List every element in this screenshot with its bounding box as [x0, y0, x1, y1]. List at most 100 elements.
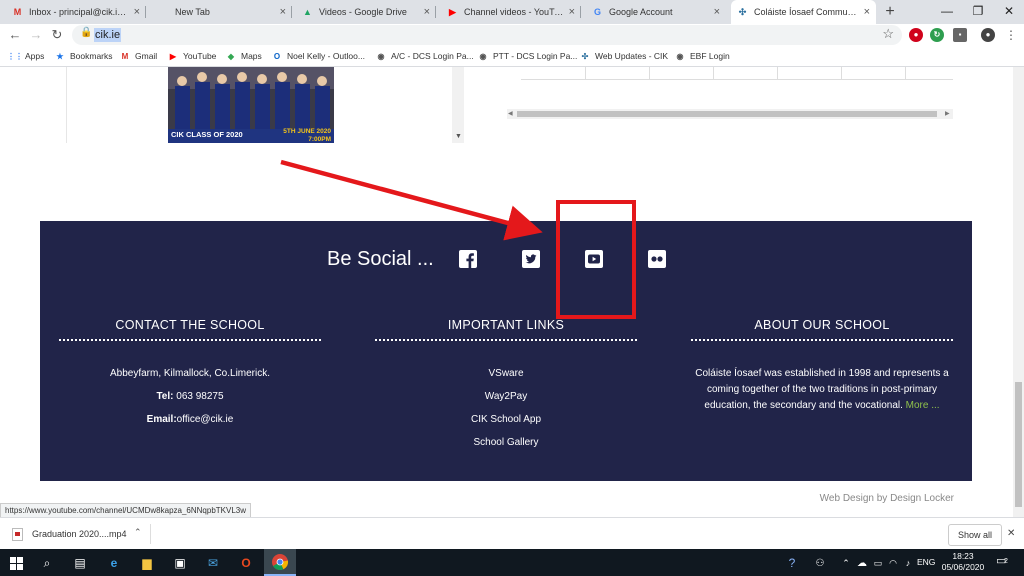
bookmark-label: Apps [25, 51, 45, 61]
bookmark-item[interactable]: O Noel Kelly - Outloo... [272, 49, 365, 63]
gmail-icon: M [121, 51, 129, 61]
sync-extension-icon[interactable]: ↻ [930, 28, 944, 42]
close-tab-icon[interactable]: × [134, 6, 140, 18]
google-icon: G [593, 7, 601, 17]
tab-strip: M Inbox - principal@cik.ie - Coláiste Íos… [0, 0, 1024, 24]
browser-tab[interactable]: ▲ Videos - Google Drive × [296, 0, 436, 24]
mail-icon[interactable]: ✉ [203, 553, 223, 573]
globe-icon: ◉ [377, 51, 385, 61]
close-download-shelf-icon[interactable]: ✕ [1007, 528, 1015, 539]
google-drive-icon: ▲ [303, 7, 312, 17]
language-indicator[interactable]: ENG [917, 557, 935, 567]
bookmark-label: A/C - DCS Login Pa... [391, 51, 474, 61]
youtube-icon: ▶ [449, 6, 456, 17]
bookmark-label: PTT - DCS Login Pa... [493, 51, 578, 61]
windows-start-icon[interactable] [6, 553, 26, 573]
chrome-taskbar-button[interactable] [264, 549, 296, 576]
bookmark-label: Noel Kelly - Outloo... [287, 51, 365, 61]
new-tab-button[interactable]: + [880, 2, 900, 22]
bookmark-item[interactable]: ⋮⋮ Apps [7, 49, 45, 63]
clock[interactable]: 18:23 05/06/2020 [940, 551, 986, 573]
bookmark-label: Gmail [135, 51, 158, 61]
gmail-icon: M [13, 7, 22, 17]
close-window-button[interactable]: ✕ [994, 0, 1024, 24]
tab-title: Channel videos - YouTube Studio [464, 7, 565, 17]
notifications-icon[interactable]: ▭ 2 [996, 554, 1010, 568]
globe-icon: ◉ [676, 51, 684, 61]
bookmark-item[interactable]: ◉ EBF Login [675, 49, 730, 63]
store-icon[interactable]: ▣ [170, 553, 190, 573]
school-crest-icon: ✣ [581, 51, 589, 61]
apps-grid-icon: ⋮⋮ [7, 51, 23, 61]
annotation-arrow [280, 159, 543, 241]
extension-icon[interactable]: ▪ [953, 28, 967, 42]
new-tab-icon [158, 7, 169, 18]
page-scroll-thumb[interactable] [1015, 382, 1022, 507]
chrome-menu-icon[interactable]: ⋮ [1002, 26, 1020, 44]
profile-avatar[interactable]: ● [981, 28, 995, 42]
volume-icon[interactable]: ♪ [898, 553, 918, 573]
browser-tab[interactable]: G Google Account × [586, 0, 726, 24]
youtube-icon: ▶ [169, 51, 177, 61]
status-url-bar: https://www.youtube.com/channel/UCMDw8ka… [0, 503, 252, 518]
url-text[interactable]: cik.ie [94, 28, 122, 42]
annotation-overlay [280, 159, 636, 319]
web-page: CIK CLASS OF 2020 5TH JUNE 2020 7:00PM ▼ … [0, 67, 1013, 517]
file-explorer-icon[interactable]: ▆ [137, 553, 157, 573]
minimize-button[interactable]: — [932, 0, 962, 24]
bookmark-item[interactable]: ▶ YouTube [168, 49, 216, 63]
tab-title: New Tab [175, 7, 210, 17]
help-icon[interactable]: ? [782, 553, 802, 573]
people-icon[interactable]: ⚇ [810, 553, 830, 573]
bookmark-item[interactable]: ◉ A/C - DCS Login Pa... [376, 49, 474, 63]
bookmark-star-icon[interactable]: ☆ [882, 26, 894, 42]
browser-tab[interactable]: ✣ Coláiste Íosaef Community College × [731, 0, 876, 24]
close-tab-icon[interactable]: × [714, 6, 720, 18]
bookmarks-bar: ⋮⋮ Apps ★ Bookmarks M Gmail ▶ YouTube ◆ Maps O Noel… [0, 46, 1024, 67]
bookmark-label: Maps [241, 51, 262, 61]
video-file-icon [12, 528, 23, 541]
bookmark-item[interactable]: ✣ Web Updates - CIK [580, 49, 668, 63]
download-divider [150, 524, 151, 544]
tab-title: Videos - Google Drive [319, 7, 407, 17]
windows-taskbar: ⌕ ▤ e ▆ ▣ ✉ O ? ⚇ ⌃ ☁ ▭ ◠ ♪ ENG 18:23 05/… [0, 549, 1024, 576]
back-button[interactable]: ← [6, 26, 24, 44]
download-shelf: Graduation 2020....mp4 ⌃ Show all ✕ [0, 517, 1024, 550]
office-icon[interactable]: O [236, 553, 256, 573]
bookmark-item[interactable]: M Gmail [120, 49, 158, 63]
bookmark-label: Web Updates - CIK [595, 51, 669, 61]
task-view-icon[interactable]: ▤ [70, 553, 90, 573]
bookmark-label: EBF Login [690, 51, 730, 61]
close-tab-icon[interactable]: × [424, 6, 430, 18]
globe-icon: ◉ [479, 51, 487, 61]
forward-button[interactable]: → [27, 26, 45, 44]
close-tab-icon[interactable]: × [569, 6, 575, 18]
bookmark-label: Bookmarks [70, 51, 113, 61]
lock-icon: 🔒 [80, 27, 93, 38]
show-all-downloads-button[interactable]: Show all [948, 524, 1002, 546]
download-menu-chevron-icon[interactable]: ⌃ [134, 527, 142, 538]
tab-title: Coláiste Íosaef Community College [754, 7, 860, 17]
bookmark-item[interactable]: ◉ PTT - DCS Login Pa... [478, 49, 578, 63]
adblock-extension-icon[interactable]: ● [909, 28, 923, 42]
close-tab-icon[interactable]: × [864, 6, 870, 18]
address-bar[interactable]: 🔒 cik.ie ☆ [72, 25, 902, 45]
edge-browser-icon[interactable]: e [104, 553, 124, 573]
close-tab-icon[interactable]: × [280, 6, 286, 18]
browser-tab[interactable]: ▶ Channel videos - YouTube Studio × [441, 0, 581, 24]
star-icon: ★ [56, 51, 64, 61]
school-crest-icon: ✣ [738, 6, 747, 17]
search-icon[interactable]: ⌕ [37, 553, 57, 573]
annotation-highlight-box [556, 200, 636, 319]
browser-tab[interactable]: New Tab × [152, 0, 292, 24]
browser-tab[interactable]: M Inbox - principal@cik.ie - Coláiste Íos… [6, 0, 146, 24]
tab-title: Inbox - principal@cik.ie - Coláiste Íosa… [29, 7, 130, 17]
bookmark-item[interactable]: ◆ Maps [226, 49, 262, 63]
reload-button[interactable]: ↻ [48, 26, 66, 44]
maximize-button[interactable]: ❐ [963, 0, 993, 24]
bookmark-item[interactable]: ★ Bookmarks [55, 49, 113, 63]
page-scrollbar[interactable] [1013, 67, 1024, 517]
outlook-icon: O [273, 51, 281, 61]
download-filename[interactable]: Graduation 2020....mp4 [32, 529, 127, 539]
browser-toolbar: ← → ↻ 🔒 cik.ie ☆ ● ↻ ▪ ● ⋮ [0, 24, 1024, 46]
